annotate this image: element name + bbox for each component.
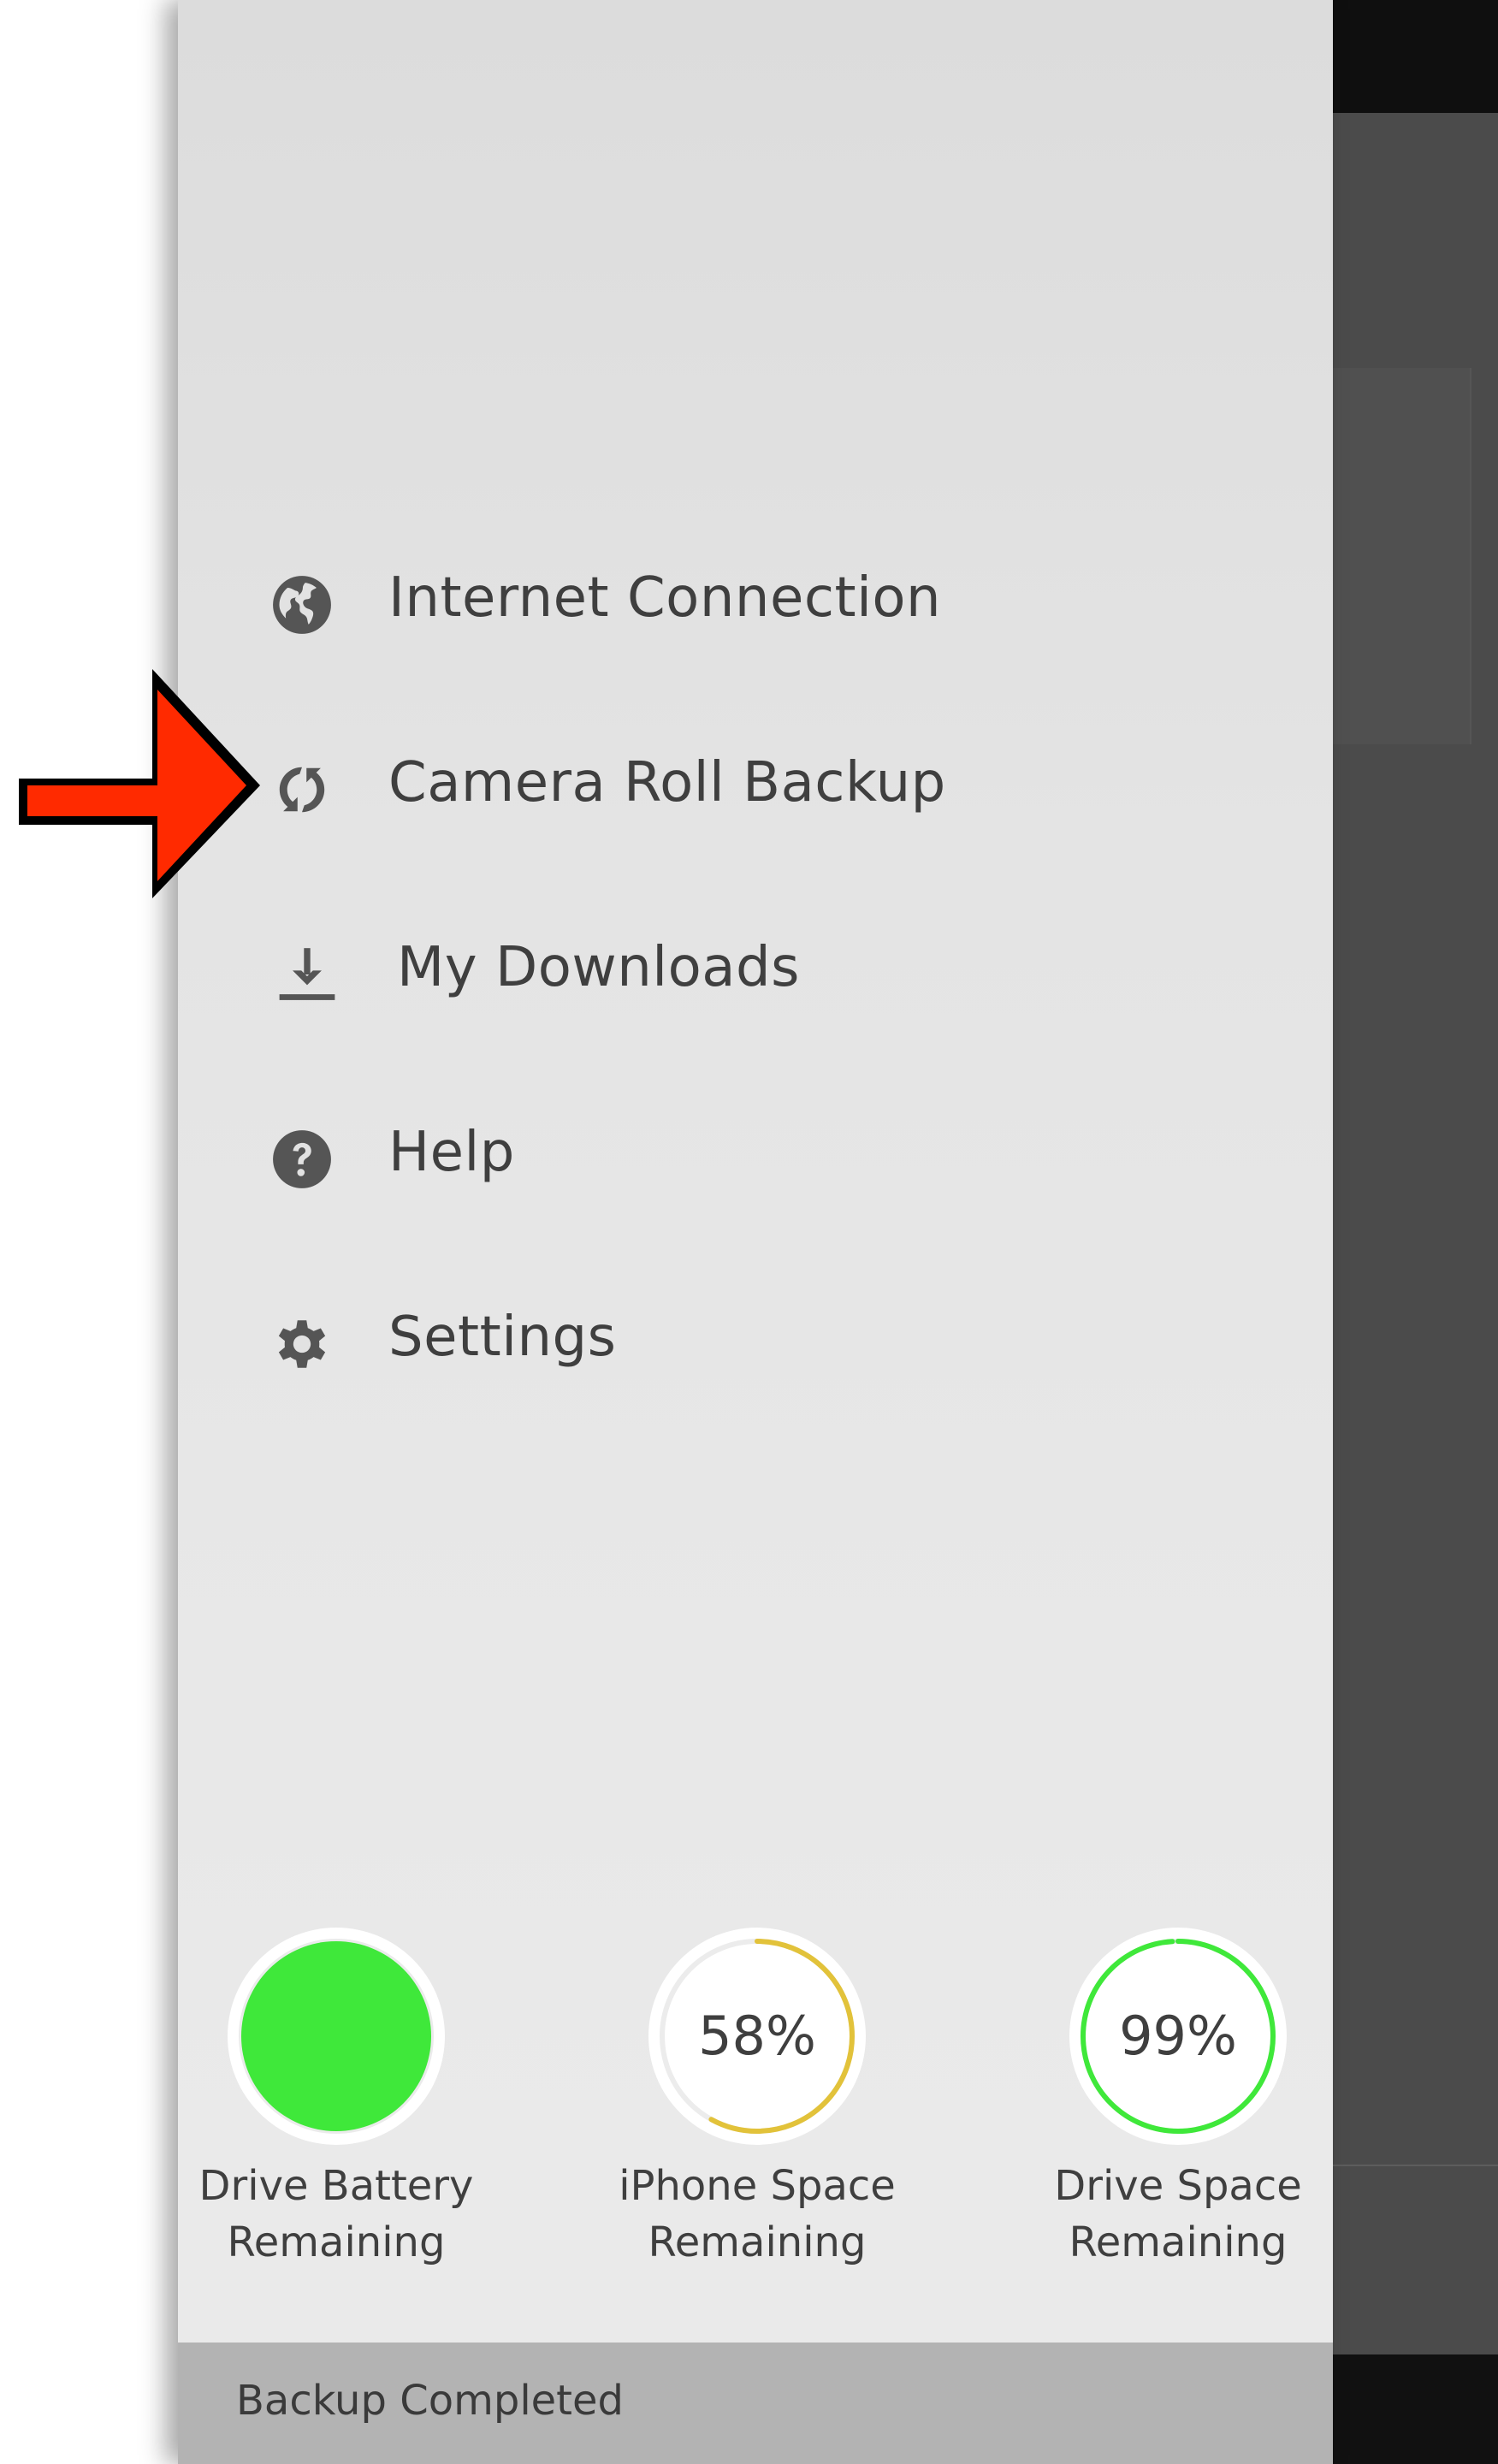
globe-icon: [270, 573, 334, 637]
app-content-panel: [1333, 368, 1471, 744]
sync-icon: [270, 758, 334, 821]
gauge-percent: 58%: [698, 2005, 816, 2067]
screen: Internet Connection Camera Roll Backup M…: [0, 0, 1498, 2464]
gauge-label-line2: Remaining: [1069, 2218, 1288, 2266]
gauge-label: iPhone Space Remaining: [599, 2158, 915, 2271]
gauge-label-line1: Drive Battery: [198, 2162, 474, 2210]
gauge-iphone-space: 58% iPhone Space Remaining: [619, 1925, 896, 2267]
gauge-drive-battery: Drive Battery Remaining: [199, 1925, 473, 2267]
gauge-label-line2: Remaining: [648, 2218, 867, 2266]
gauge-drive-space: 99% Drive Space Remaining: [1054, 1925, 1302, 2267]
gauge-label-line1: Drive Space: [1054, 2162, 1302, 2210]
gauge-label: Drive Battery Remaining: [178, 2158, 494, 2271]
menu-item-settings[interactable]: Settings: [178, 1276, 1033, 1405]
gauge-percent: 99%: [1119, 2005, 1237, 2067]
app-bottom-bar: [1333, 2354, 1498, 2464]
menu-item-label: Help: [388, 1121, 515, 1184]
menu-item-camera-roll-backup[interactable]: Camera Roll Backup: [178, 722, 1033, 850]
menu-item-my-downloads[interactable]: My Downloads: [178, 907, 1033, 1035]
gauge-ring: [225, 1925, 447, 2147]
gauge-label: Drive Space Remaining: [1020, 2158, 1336, 2271]
gauge-label-line2: Remaining: [227, 2218, 446, 2266]
menu-item-label: Camera Roll Backup: [388, 751, 946, 814]
app-top-bar: [1333, 0, 1498, 113]
menu-item-label: Settings: [388, 1306, 617, 1369]
menu-item-label: My Downloads: [397, 936, 800, 999]
menu-item-help[interactable]: Help: [178, 1092, 1033, 1220]
download-icon: [272, 943, 342, 1006]
app-content-divider: [1333, 2165, 1498, 2166]
menu-item-label: Internet Connection: [388, 566, 942, 630]
menu-item-internet-connection[interactable]: Internet Connection: [178, 537, 1033, 666]
status-bar: Backup Completed: [178, 2343, 1333, 2464]
help-icon: [270, 1128, 334, 1191]
gauge-label-line1: iPhone Space: [619, 2162, 896, 2210]
status-text: Backup Completed: [236, 2377, 624, 2425]
navigation-drawer: Internet Connection Camera Roll Backup M…: [178, 0, 1333, 2464]
gear-icon: [270, 1312, 334, 1376]
annotation-arrow: [14, 657, 262, 905]
